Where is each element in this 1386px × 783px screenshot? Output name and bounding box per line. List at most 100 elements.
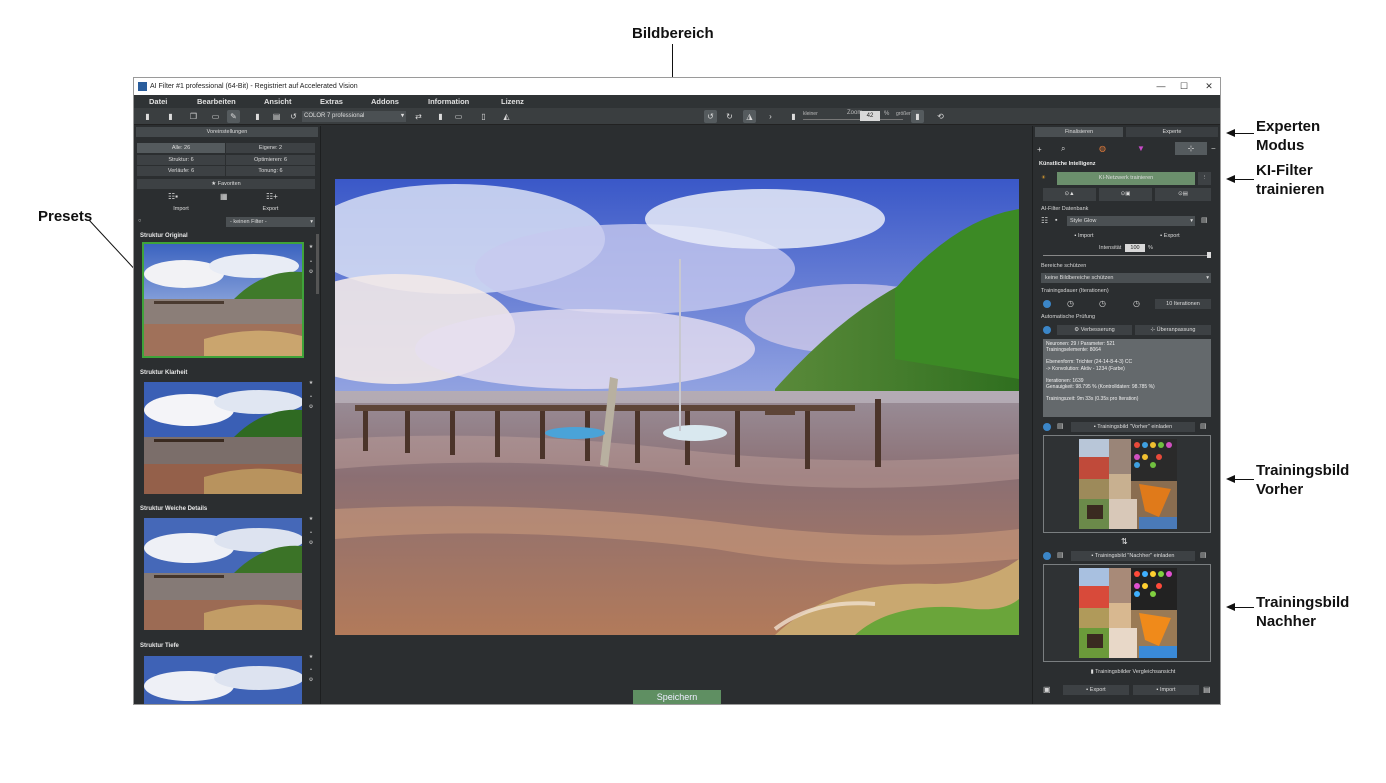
main-photo[interactable] xyxy=(335,179,1019,635)
db-dropdown[interactable]: Style Glow ▾ xyxy=(1067,216,1195,226)
history-photo-button[interactable]: ⊙▣ xyxy=(1099,188,1152,201)
info-icon[interactable]: • xyxy=(308,667,314,673)
after-save-icon[interactable]: ▤ xyxy=(1200,551,1207,559)
improve-button[interactable]: ⚙ Verbesserung xyxy=(1057,325,1132,335)
fav-star-icon[interactable]: ★ xyxy=(308,516,314,522)
mirror-icon[interactable]: ◮ xyxy=(743,110,756,123)
fav-star-icon[interactable]: ★ xyxy=(308,244,314,250)
menu-bearbeiten[interactable]: Bearbeiten xyxy=(197,95,236,108)
save-icon[interactable]: ▮ xyxy=(251,110,264,123)
train-options-button[interactable]: ⋮ xyxy=(1198,172,1211,185)
menu-ansicht[interactable]: Ansicht xyxy=(264,95,292,108)
preset-add-icon[interactable]: ☷+ xyxy=(266,192,278,201)
intensity-slider-handle[interactable] xyxy=(1207,252,1211,258)
before-save-icon[interactable]: ▤ xyxy=(1200,422,1207,430)
db-export-icon[interactable]: ▤ xyxy=(1201,216,1208,224)
info-icon[interactable]: • xyxy=(308,259,314,265)
bottom-export-button[interactable]: ▪ Export xyxy=(1063,685,1129,695)
close-button[interactable]: ✕ xyxy=(1196,78,1220,95)
zoom-in-icon[interactable]: ▮ xyxy=(911,110,924,123)
presets-import-button[interactable]: Import xyxy=(137,204,225,214)
after-list-icon[interactable]: ▤ xyxy=(1057,551,1064,559)
filter-optimize-button[interactable]: Optimieren: 6 xyxy=(226,155,315,165)
fit-window-icon[interactable]: ⟲ xyxy=(934,110,947,123)
presets-export-button[interactable]: Export xyxy=(226,204,315,214)
rotate-left-icon[interactable]: ↺ xyxy=(704,110,717,123)
train-network-button[interactable]: KI-Netzwerk trainieren xyxy=(1057,172,1195,185)
duration-long-icon[interactable]: ◷ xyxy=(1133,299,1140,308)
db-save-icon[interactable]: ▪ xyxy=(1055,217,1057,224)
menu-addons[interactable]: Addons xyxy=(371,95,399,108)
compare-view-button[interactable]: ▮ Trainingsbilder Vergleichsansicht xyxy=(1071,667,1195,677)
rgb-icon[interactable]: ▼ xyxy=(1137,144,1145,153)
fav-star-icon[interactable]: ★ xyxy=(308,380,314,386)
filter-radio-icon[interactable]: ○ xyxy=(138,218,141,224)
db-import-button[interactable]: ▪ Import xyxy=(1043,231,1125,241)
after-radio-icon[interactable] xyxy=(1043,552,1051,560)
presets-header[interactable]: Voreinstellungen xyxy=(136,127,318,137)
preset-list-save-icon[interactable]: ☷▪ xyxy=(168,192,178,201)
zoom-input[interactable]: 42 xyxy=(860,111,880,121)
favorites-button[interactable]: ★ Favoriten xyxy=(137,179,315,189)
training-image-after[interactable] xyxy=(1043,564,1211,662)
menu-extras[interactable]: Extras xyxy=(320,95,343,108)
preset-grid-icon[interactable]: ▦ xyxy=(220,192,228,201)
before-list-icon[interactable]: ▤ xyxy=(1057,422,1064,430)
add-icon[interactable]: + xyxy=(1037,145,1042,154)
preset-thumb-tiefe[interactable] xyxy=(142,654,304,704)
rotate-right-icon[interactable]: ↻ xyxy=(723,110,736,123)
maximize-button[interactable]: ☐ xyxy=(1171,78,1197,95)
bottom-left-icon[interactable]: ▣ xyxy=(1043,685,1051,694)
copy-icon[interactable]: ❐ xyxy=(187,110,200,123)
print-icon[interactable]: ▤ xyxy=(270,110,283,123)
duration-radio-icon[interactable] xyxy=(1043,300,1051,308)
tab-expert[interactable]: Experte xyxy=(1126,127,1218,137)
info-icon[interactable]: • xyxy=(308,530,314,536)
filter-toning-button[interactable]: Tonung: 6 xyxy=(226,166,315,176)
fav-star-icon[interactable]: ★ xyxy=(308,654,314,660)
image-area[interactable]: Speichern xyxy=(322,126,1032,704)
preset-thumb-original[interactable] xyxy=(142,242,304,358)
monitor-icon[interactable]: ▭ xyxy=(452,110,465,123)
new-file-icon[interactable]: ▮ xyxy=(141,110,154,123)
filter-own-button[interactable]: Eigene: 2 xyxy=(226,143,315,153)
split-view-icon[interactable]: ▯ xyxy=(477,110,490,123)
db-export-button[interactable]: ▪ Export xyxy=(1129,231,1211,241)
presets-scrollbar[interactable] xyxy=(316,234,319,294)
zoom-slider-track[interactable] xyxy=(803,119,903,120)
link-icon[interactable]: ✎ xyxy=(227,110,240,123)
search-icon[interactable]: ⌕ xyxy=(1061,144,1065,154)
settings-icon[interactable]: ⚙ xyxy=(308,540,314,546)
intensity-slider[interactable] xyxy=(1043,255,1211,256)
preset-thumb-klarheit[interactable] xyxy=(142,380,304,496)
expand-icon[interactable]: › xyxy=(764,110,777,123)
swap-images-icon[interactable]: ⇅ xyxy=(1121,537,1128,546)
save-button[interactable]: Speichern xyxy=(633,690,721,704)
settings-icon[interactable]: ⚙ xyxy=(308,269,314,275)
training-image-before[interactable] xyxy=(1043,435,1211,533)
settings-icon[interactable]: ⚙ xyxy=(308,404,314,410)
reset-icon[interactable]: ↺ xyxy=(287,110,300,123)
duration-medium-icon[interactable]: ◷ xyxy=(1099,299,1106,308)
history-save-button[interactable]: ⊙▤ xyxy=(1155,188,1211,201)
open-file-icon[interactable]: ▮ xyxy=(164,110,177,123)
batch-icon[interactable]: ▭ xyxy=(209,110,222,123)
preset-dropdown[interactable]: COLOR 7 professional ▾ xyxy=(302,111,406,122)
color-wheel-icon[interactable]: ◍ xyxy=(1099,144,1106,153)
settings-icon[interactable]: ⚙ xyxy=(308,677,314,683)
preset-thumb-weiche-details[interactable] xyxy=(142,516,304,632)
iterations-button[interactable]: 10 Iterationen xyxy=(1155,299,1211,309)
histogram-icon[interactable]: ◭ xyxy=(500,110,513,123)
intensity-input[interactable]: 100 xyxy=(1125,244,1145,252)
bottom-import-button[interactable]: ▪ Import xyxy=(1133,685,1199,695)
filter-all-button[interactable]: Alle: 26 xyxy=(137,143,225,153)
compare-icon[interactable]: ⇄ xyxy=(412,110,425,123)
minus-icon[interactable]: − xyxy=(1211,144,1216,153)
filter-gradients-button[interactable]: Verläufe: 6 xyxy=(137,166,225,176)
duration-short-icon[interactable]: ◷ xyxy=(1067,299,1074,308)
load-after-button[interactable]: ▪ Trainingsbild "Nachher" einladen xyxy=(1071,551,1195,561)
db-list-icon[interactable]: ☷ xyxy=(1041,216,1048,225)
export-icon[interactable]: ▮ xyxy=(434,110,447,123)
tab-finalize[interactable]: Finalisieren xyxy=(1035,127,1123,137)
menu-lizenz[interactable]: Lizenz xyxy=(501,95,524,108)
